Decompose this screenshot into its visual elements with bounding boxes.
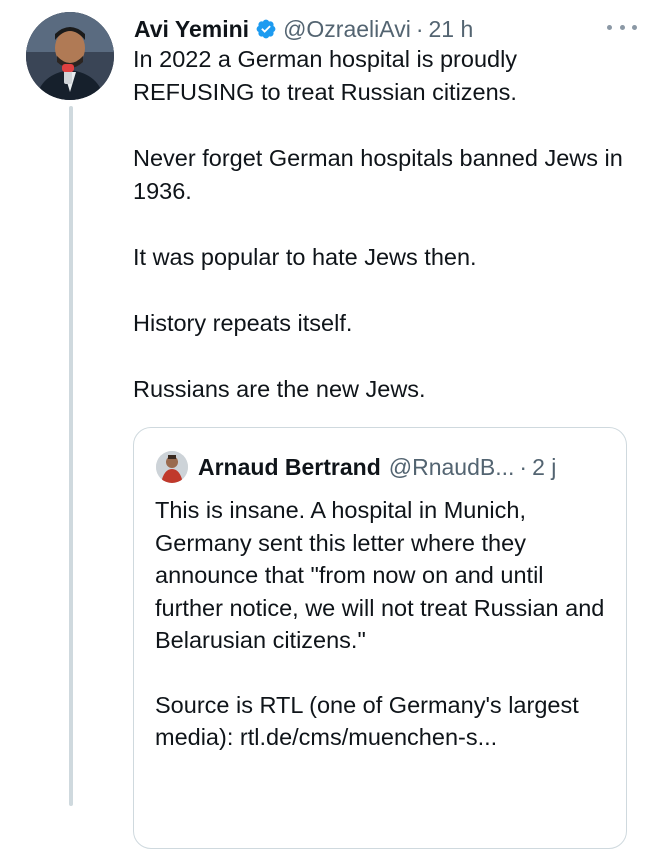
thread-line xyxy=(69,106,73,806)
separator-dot: · xyxy=(415,15,424,42)
tweet-header: Avi Yemini @OzraeliAvi · 21 h xyxy=(134,11,641,47)
quoted-author-avatar[interactable] xyxy=(156,451,188,483)
tweet-text: In 2022 a German hospital is proudly REF… xyxy=(133,43,643,406)
more-options-icon[interactable] xyxy=(607,22,637,32)
author-avatar[interactable] xyxy=(26,12,114,100)
quoted-tweet-header: Arnaud Bertrand @RnaudB... · 2 j xyxy=(156,450,614,484)
quoted-tweet-card[interactable]: Arnaud Bertrand @RnaudB... · 2 j This is… xyxy=(133,427,627,849)
quoted-tweet-timestamp[interactable]: 2 j xyxy=(532,454,556,481)
quoted-tweet-text: This is insane. A hospital in Munich, Ge… xyxy=(155,494,610,786)
tweet-paragraph: Never forget German hospitals banned Jew… xyxy=(133,145,623,204)
separator-dot: · xyxy=(519,453,528,480)
tweet-paragraph: History repeats itself. xyxy=(133,310,353,336)
quoted-author-handle[interactable]: @RnaudB... xyxy=(389,454,515,481)
author-handle[interactable]: @OzraeliAvi xyxy=(283,16,411,43)
tweet-paragraph: It was popular to hate Jews then. xyxy=(133,244,477,270)
tweet-timestamp[interactable]: 21 h xyxy=(428,16,473,43)
tweet-paragraph: Russians are the new Jews. xyxy=(133,376,426,402)
quoted-tweet-paragraph: This is insane. A hospital in Munich, Ge… xyxy=(155,497,605,653)
quoted-tweet-paragraph: Source is RTL (one of Germany's largest … xyxy=(155,691,579,751)
author-name[interactable]: Avi Yemini xyxy=(134,16,249,43)
tweet-paragraph: In 2022 a German hospital is proudly REF… xyxy=(133,46,518,105)
author-avatar-image xyxy=(26,12,114,100)
quoted-author-name[interactable]: Arnaud Bertrand xyxy=(198,454,381,481)
verified-badge-icon xyxy=(255,18,277,40)
quoted-avatar-image xyxy=(156,451,188,483)
